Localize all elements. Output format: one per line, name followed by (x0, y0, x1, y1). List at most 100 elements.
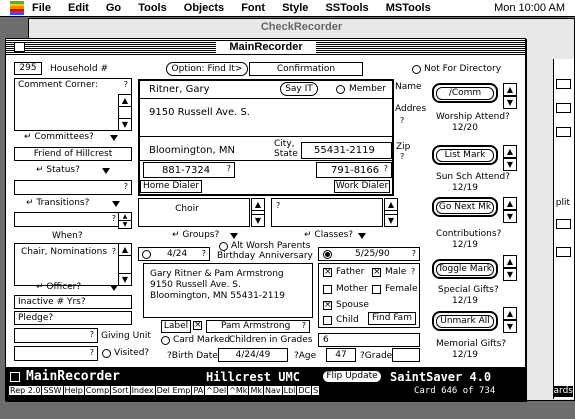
label-button[interactable]: Label (161, 320, 191, 333)
transitions-scrollbar[interactable]: ▲ ▼ (118, 212, 132, 229)
scroll-up-icon[interactable]: ▲ (504, 198, 516, 210)
transitions-label[interactable]: ↵ Transitions? (26, 198, 89, 209)
comm-button[interactable]: /Comm (432, 83, 498, 103)
scroll-up-icon[interactable]: ▲ (504, 308, 516, 320)
shortcut-del-emp[interactable]: Del Emp (155, 386, 192, 395)
visited-field[interactable]: ? (14, 346, 98, 361)
footer-close-box-icon[interactable] (10, 372, 20, 382)
officer-label[interactable]: ↵ Officer? (36, 282, 81, 293)
menu-file[interactable]: File (32, 2, 51, 14)
classes-label[interactable]: ↵ Classes? (304, 230, 353, 241)
choir-field[interactable]: Choir (138, 198, 250, 227)
menu-font[interactable]: Font (241, 2, 265, 14)
spouse-checkbox[interactable]: × (323, 301, 332, 310)
shortcut-ssw[interactable]: SSW (42, 386, 63, 395)
age-field[interactable]: 47 (326, 348, 356, 362)
scroll-up-icon[interactable]: ▲ (504, 84, 516, 96)
scroll-down-icon[interactable]: ▼ (119, 118, 131, 130)
menu-mstools[interactable]: MSTools (386, 2, 431, 14)
scroll-up-icon[interactable]: ▲ (252, 199, 264, 211)
status-dropdown-icon[interactable] (102, 168, 110, 174)
go-next-scrollbar[interactable]: ▲ ▼ (503, 197, 517, 223)
back-window-title[interactable]: CheckRecorder (29, 21, 574, 33)
household-number-field[interactable]: 295 (14, 62, 42, 75)
apple-icon[interactable] (10, 1, 24, 15)
classes-field[interactable]: ? (271, 198, 383, 227)
scroll-up-icon[interactable]: ▲ (119, 244, 131, 256)
label-checkbox[interactable]: × (193, 321, 202, 330)
groups-label[interactable]: ↵ Groups? (172, 230, 219, 241)
children-grades-field[interactable]: 6 (318, 333, 420, 347)
scroll-up-icon[interactable]: ▲ (504, 146, 516, 158)
female-checkbox[interactable] (372, 285, 381, 294)
address-value[interactable]: 9150 Russell Ave. S. (149, 107, 250, 118)
committees-label[interactable]: ↵ Committees? (24, 132, 94, 143)
shortcut-ctrl-del[interactable]: ^Del (205, 386, 228, 395)
scroll-up-icon[interactable]: ▲ (385, 199, 397, 211)
mother-checkbox[interactable] (323, 285, 332, 294)
inactive-years-field[interactable]: Inactive # Yrs? (14, 295, 132, 309)
zip-field[interactable]: 55431-2119 (301, 142, 392, 159)
father-checkbox[interactable]: × (323, 268, 332, 277)
city-value[interactable]: Bloomington, MN (149, 145, 235, 156)
card-marked-radio[interactable] (161, 336, 170, 345)
home-dialer-button[interactable]: Home Dialer (140, 180, 202, 193)
home-phone-field[interactable]: 881-7324? (143, 162, 235, 178)
option-find-button[interactable]: Option: Find It> (166, 62, 248, 76)
shortcut-dc[interactable]: DC (297, 386, 312, 395)
menu-go[interactable]: Go (106, 2, 121, 14)
pledge-field[interactable]: Pledge? (14, 311, 132, 325)
shortcut-ctrl-mk[interactable]: ^Mk (228, 386, 249, 395)
scroll-up-icon[interactable]: ▲ (504, 256, 516, 268)
work-phone-field[interactable]: 791-8166? (316, 162, 392, 178)
shortcut-s[interactable]: S (312, 386, 320, 395)
not-for-directory-radio[interactable] (412, 65, 421, 74)
toggle-mark-scrollbar[interactable]: ▲ ▼ (503, 255, 517, 281)
scroll-down-icon[interactable]: ▼ (385, 214, 397, 226)
shortcut-comp[interactable]: Comp (84, 386, 111, 395)
comment-corner-field[interactable]: Comment Corner: ? (14, 78, 132, 131)
menu-sstools[interactable]: SSTools (325, 2, 368, 14)
when-scrollbar[interactable]: ▲ ▼ (118, 243, 132, 286)
list-mark-button[interactable]: List Mark (432, 145, 498, 165)
unmark-scrollbar[interactable]: ▲ ▼ (503, 307, 517, 333)
shortcut-index[interactable]: Index (130, 386, 155, 395)
shortcut-mk[interactable]: Mk (249, 386, 263, 395)
anniversary-radio[interactable] (323, 250, 332, 259)
flip-update-button[interactable]: Flip Update (322, 370, 382, 383)
menu-edit[interactable]: Edit (68, 2, 89, 14)
giving-unit-field[interactable]: ? (14, 328, 98, 343)
confirmation-field[interactable]: Confirmation (249, 62, 363, 76)
transitions-dropdown-icon[interactable] (112, 201, 120, 207)
find-fam-button[interactable]: Find Fam (368, 312, 416, 325)
list-mark-scrollbar[interactable]: ▲ ▼ (503, 145, 517, 171)
go-next-mk-button[interactable]: Go Next Mk (432, 197, 498, 217)
classes-scrollbar[interactable]: ▲ ▼ (384, 198, 398, 227)
scroll-down-icon[interactable]: ▼ (119, 220, 131, 228)
scroll-down-icon[interactable]: ▼ (504, 96, 516, 108)
status-field[interactable]: ? (14, 180, 132, 195)
comm-scrollbar[interactable]: ▲ ▼ (503, 83, 517, 109)
shortcut-sort[interactable]: Sort (111, 386, 130, 395)
scroll-up-icon[interactable]: ▲ (119, 95, 131, 107)
scroll-down-icon[interactable]: ▼ (252, 214, 264, 226)
male-checkbox[interactable]: × (372, 268, 381, 277)
birth-date-field[interactable]: 4/24/49 (218, 348, 288, 362)
name-value[interactable]: Ritner, Gary (149, 84, 210, 95)
choir-scrollbar[interactable]: ▲ ▼ (251, 198, 265, 227)
menu-objects[interactable]: Objects (184, 2, 224, 14)
birthday-radio[interactable] (142, 250, 151, 259)
scroll-down-icon[interactable]: ▼ (119, 273, 131, 285)
status-label[interactable]: ↵ Status? (36, 165, 80, 176)
mailing-label-field[interactable]: Gary Ritner & Pam Armstrong 9150 Russell… (143, 263, 313, 318)
shortcut-pa[interactable]: PA (192, 386, 205, 395)
spouse-name-field[interactable]: Pam Armstrong? (206, 320, 310, 333)
anniversary-field[interactable]: 5/25/90? (318, 247, 420, 261)
alt-worsh-radio[interactable] (219, 242, 228, 251)
grade-field[interactable] (392, 348, 420, 362)
close-box-icon[interactable] (14, 42, 25, 52)
work-dialer-button[interactable]: Work Dialer (334, 180, 390, 193)
shortcut-help[interactable]: Help (63, 386, 84, 395)
transitions-field[interactable]: ? (14, 212, 120, 227)
scroll-down-icon[interactable]: ▼ (504, 158, 516, 170)
